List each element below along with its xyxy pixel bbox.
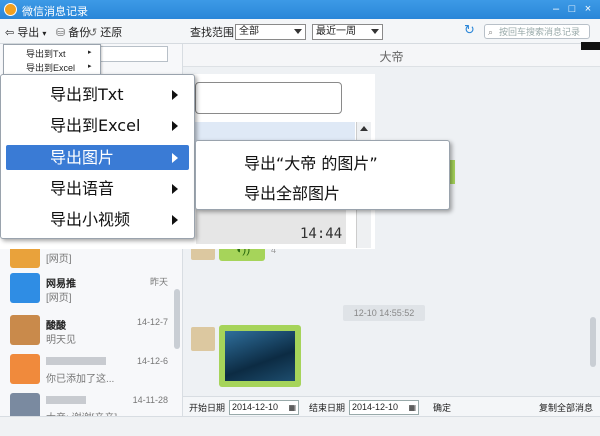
search-input[interactable]: 按回车搜索消息记录 <box>484 24 590 39</box>
backup-label: 备份 <box>68 27 91 39</box>
period-select-value: 最近一周 <box>316 26 356 37</box>
scroll-up-icon <box>360 126 368 131</box>
avatar <box>10 273 40 303</box>
export-dropdown: 导出到Txt ▸ 导出到Excel ▸ <box>3 44 101 76</box>
date-filter-bar: 开始日期 2014-12-10 ▦ 结束日期 2014-12-10 ▦ 确定 复… <box>183 396 600 417</box>
contact-date: 14-11-28 <box>132 395 168 405</box>
start-date-field[interactable]: 2014-12-10 ▦ <box>229 400 299 415</box>
range-select[interactable]: 全部 <box>235 24 306 40</box>
contact-last-message: 明天见 <box>46 335 76 346</box>
chat-header: 大帝 <box>183 42 600 67</box>
menu-item-label: 导出到Txt <box>50 85 124 104</box>
menu-item-export-all-images[interactable]: 导出全部图片 <box>244 180 340 204</box>
chevron-right-icon <box>172 90 178 100</box>
avatar <box>10 315 40 345</box>
chevron-right-icon: ▸ <box>88 49 92 56</box>
menu-item-export-contact-images[interactable]: 导出“大帝 的图片” <box>244 150 378 174</box>
copy-all-button[interactable]: 复制全部消息 <box>539 401 593 414</box>
blurred-contact-name <box>46 396 86 404</box>
contact-item[interactable]: 网易推 [网页] 昨天 <box>0 267 172 311</box>
avatar <box>191 327 215 351</box>
contact-name: 网易推 <box>46 279 76 290</box>
backup-icon: ⛁ <box>56 27 66 39</box>
title-bar: 微信消息记录 – □ × <box>0 0 600 19</box>
chat-scrollbar[interactable] <box>590 317 596 367</box>
chevron-right-icon <box>172 215 178 225</box>
image-message[interactable] <box>219 325 301 387</box>
calendar-icon: ▦ <box>408 403 416 412</box>
contact-date: 14-12-7 <box>136 317 168 327</box>
contact-last-message: [网页] <box>46 254 72 265</box>
end-date-value: 2014-12-10 <box>352 402 399 412</box>
menu-item-label: 导出语音 <box>50 179 115 198</box>
contact-last-message: [网页] <box>46 293 72 304</box>
contact-date: 14-12-6 <box>136 356 168 366</box>
restore-icon: ↺ <box>88 27 98 39</box>
export-label: 导出 <box>17 27 40 39</box>
restore-label: 还原 <box>100 27 123 39</box>
header-image <box>581 42 600 50</box>
chevron-right-icon <box>172 121 178 131</box>
inset-selected-row <box>195 122 355 142</box>
menu-item-export-excel[interactable]: 导出到Excel <box>26 61 75 74</box>
contact-date: 昨天 <box>149 277 168 287</box>
end-date-label: 结束日期 <box>309 403 346 413</box>
period-select[interactable]: 最近一周 <box>312 24 383 40</box>
menu-item-export-voice[interactable]: 导出语音 <box>6 176 189 201</box>
refresh-icon[interactable]: ↻ <box>464 22 475 38</box>
chat-contact-name: 大帝 <box>379 50 404 64</box>
chevron-right-icon <box>172 184 178 194</box>
backup-button[interactable]: ⛁ 备份 <box>56 24 90 40</box>
maximize-button[interactable]: □ <box>564 2 580 16</box>
end-date-field[interactable]: 2014-12-10 ▦ <box>349 400 419 415</box>
message-timestamp: 12-10 14:55:52 <box>343 305 425 321</box>
chat-photo <box>225 331 295 381</box>
chevron-right-icon: ▸ <box>88 63 92 70</box>
contact-search-input[interactable] <box>100 46 168 62</box>
confirm-button[interactable]: 确定 <box>433 401 451 414</box>
menu-item-export-txt[interactable]: 导出到Txt <box>26 47 66 60</box>
menu-item-export-txt[interactable]: 导出到Txt <box>6 82 189 107</box>
export-icon: ⇦ <box>5 27 15 39</box>
chevron-down-icon <box>371 29 379 34</box>
restore-button[interactable]: ↺ 还原 <box>88 24 122 40</box>
blurred-contact-name <box>46 357 106 365</box>
window-title: 微信消息记录 <box>22 6 88 18</box>
menu-item-export-video[interactable]: 导出小视频 <box>6 207 189 232</box>
menu-item-export-images[interactable]: 导出图片 <box>6 145 189 170</box>
contact-name: 酸酸 <box>46 321 66 332</box>
app-logo-icon <box>4 3 17 16</box>
range-select-value: 全部 <box>239 26 259 37</box>
inset-time: 14:44 <box>300 226 343 242</box>
menu-item-export-excel[interactable]: 导出到Excel <box>6 113 189 138</box>
minimize-button[interactable]: – <box>548 2 564 16</box>
menu-item-label: 导出小视频 <box>50 210 131 229</box>
contact-item[interactable]: 酸酸 明天见 14-12-7 <box>0 309 172 353</box>
menu-item-label: 导出图片 <box>50 148 115 167</box>
export-button[interactable]: ⇦ 导出 ▾ <box>5 24 46 40</box>
chevron-down-icon <box>294 29 302 34</box>
start-date-label: 开始日期 <box>189 403 226 413</box>
export-menu-zoomed: 导出到Txt 导出到Excel 导出图片 导出语音 导出小视频 <box>0 74 195 239</box>
search-icon: ⌕ <box>488 27 494 37</box>
calendar-icon: ▦ <box>288 403 296 412</box>
contact-last-message: 你已添加了这... <box>46 374 115 385</box>
inset-search-field <box>195 82 342 114</box>
contact-item[interactable]: 你已添加了这... 14-12-6 <box>0 348 172 392</box>
avatar <box>10 354 40 384</box>
export-images-submenu: 导出“大帝 的图片” 导出全部图片 <box>195 140 450 210</box>
contact-list-scrollbar[interactable] <box>174 289 180 349</box>
chevron-down-icon: ▾ <box>42 29 47 38</box>
chevron-right-icon <box>172 153 178 163</box>
status-bar <box>0 416 600 436</box>
close-button[interactable]: × <box>580 2 596 16</box>
menu-item-label: 导出到Excel <box>50 116 141 135</box>
range-label: 查找范围: <box>190 27 238 39</box>
start-date-value: 2014-12-10 <box>232 402 279 412</box>
